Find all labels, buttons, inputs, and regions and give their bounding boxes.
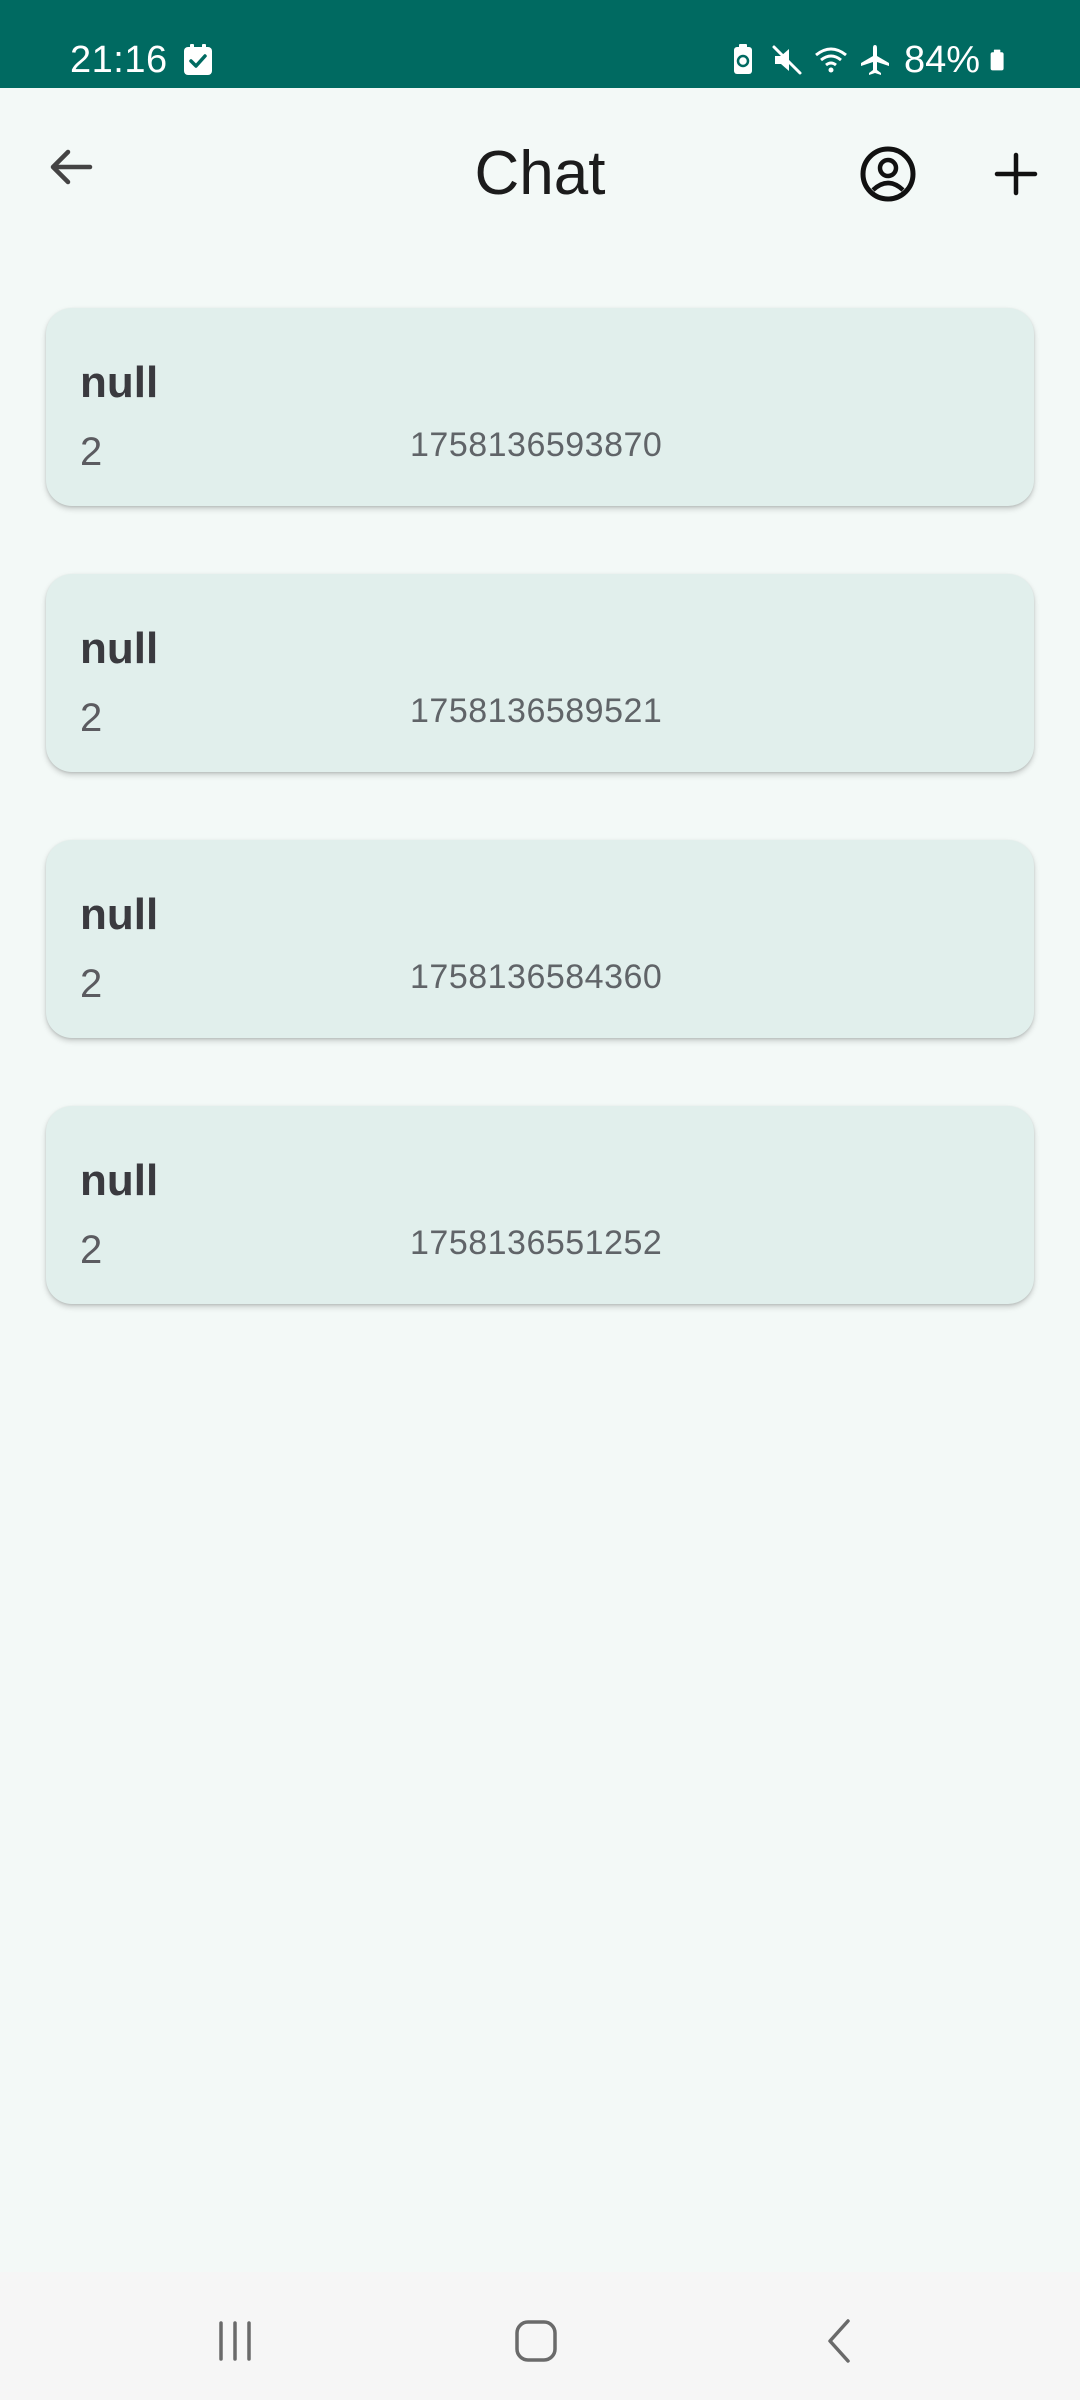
chat-name: null — [80, 1156, 159, 1205]
nav-back-button[interactable] — [780, 2296, 900, 2386]
status-icons: 84% — [726, 38, 1012, 82]
home-button[interactable] — [476, 2296, 596, 2386]
nav-back-icon — [828, 2319, 850, 2363]
chat-card[interactable]: null 2 1758136589521 — [46, 574, 1034, 772]
profile-icon — [860, 146, 916, 202]
wifi-icon — [815, 47, 847, 73]
chat-count: 2 — [80, 962, 103, 1006]
chat-name: null — [80, 358, 159, 407]
chat-timestamp: 1758136589521 — [410, 692, 663, 730]
chat-card[interactable]: null 2 1758136593870 — [46, 308, 1034, 506]
status-bar: 21:16 84% — [0, 0, 1080, 88]
chat-count: 2 — [80, 696, 103, 740]
home-icon — [515, 2320, 557, 2362]
battery-icon — [990, 49, 1004, 71]
chat-name: null — [80, 890, 159, 939]
chat-list: null 2 1758136593870 null 2 175813658952… — [46, 308, 1034, 1372]
chat-name: null — [80, 624, 159, 673]
recent-apps-icon — [219, 2321, 251, 2361]
add-chat-button[interactable] — [980, 138, 1052, 210]
chat-timestamp: 1758136551252 — [410, 1224, 663, 1262]
profile-button[interactable] — [852, 138, 924, 210]
add-icon — [994, 152, 1038, 196]
chat-count: 2 — [80, 430, 103, 474]
recent-apps-button[interactable] — [175, 2296, 295, 2386]
status-time: 21:16 — [70, 39, 168, 81]
battery-percentage: 84% — [903, 39, 980, 81]
chat-card[interactable]: null 2 1758136584360 — [46, 840, 1034, 1038]
app-bar: Chat — [0, 88, 1080, 258]
chat-card[interactable]: null 2 1758136551252 — [46, 1106, 1034, 1304]
check-notification-icon — [184, 44, 212, 75]
mute-icon — [772, 45, 802, 75]
chat-timestamp: 1758136584360 — [410, 958, 663, 996]
navigation-bar — [0, 2272, 1080, 2400]
chat-count: 2 — [80, 1228, 103, 1272]
chat-timestamp: 1758136593870 — [410, 426, 663, 464]
airplane-icon — [860, 45, 889, 75]
battery-saver-icon — [733, 44, 752, 74]
